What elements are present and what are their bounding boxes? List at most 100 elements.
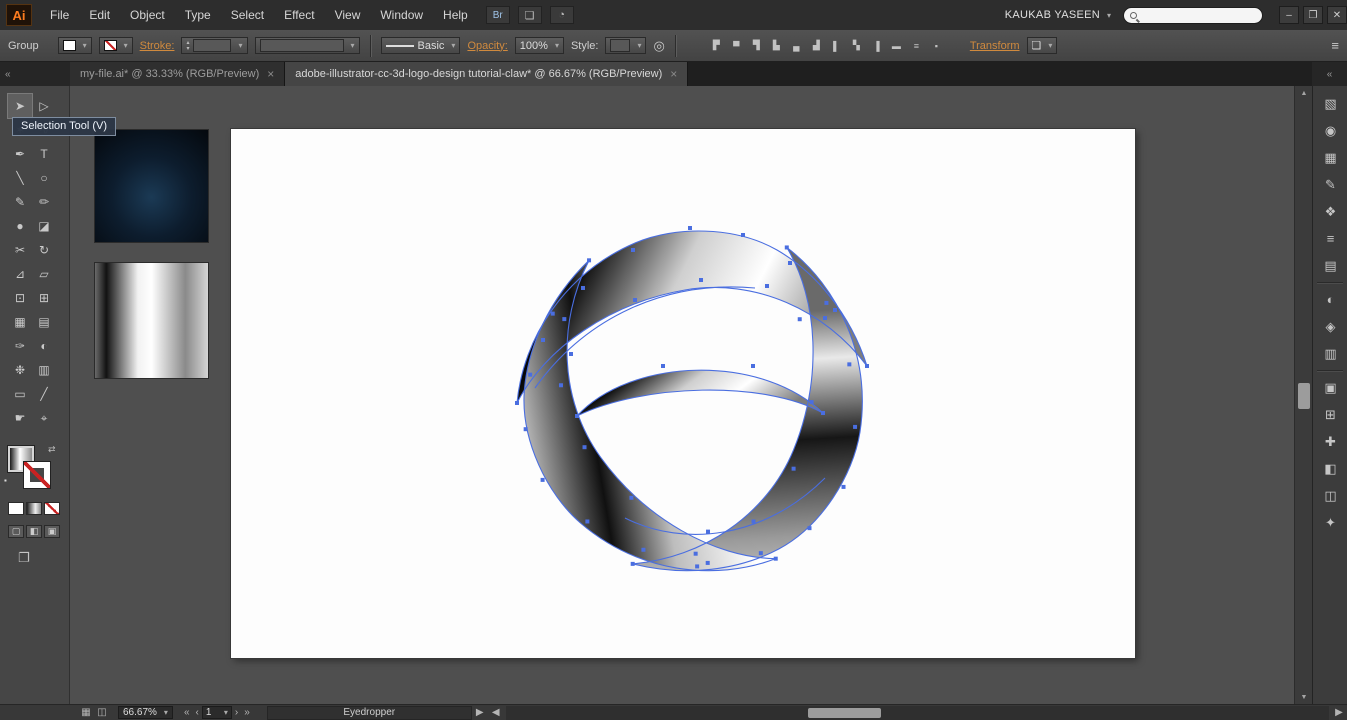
stroke-weight-dropdown[interactable]: ▴▾ ▾ — [181, 37, 247, 54]
selection-tool[interactable]: ➤ — [8, 94, 32, 118]
distribute-vertical-center-icon[interactable]: ▚ — [848, 38, 865, 54]
menu-select[interactable]: Select — [221, 0, 274, 30]
tab-close-icon[interactable]: × — [670, 67, 677, 81]
distribute-horizontal-left-icon[interactable]: ▬ — [888, 38, 905, 54]
dock-expand-icon[interactable]: « — [1327, 69, 1333, 80]
align-horizontal-right-icon[interactable]: ▜ — [748, 38, 765, 54]
scroll-right-icon[interactable]: ▶ — [1331, 707, 1347, 718]
first-artboard-button[interactable]: « — [181, 707, 193, 718]
distribute-horizontal-right-icon[interactable]: ▪ — [928, 38, 945, 54]
select-similar-dropdown[interactable]: ❏ ▾ — [1027, 37, 1058, 54]
scale-tool[interactable]: ⊿ — [8, 262, 32, 286]
pasteboard-silver-gradient-object[interactable] — [95, 263, 208, 378]
previous-artboard-button[interactable]: ‹ — [193, 707, 202, 718]
control-panel-menu-icon[interactable]: ≡ — [1331, 38, 1339, 53]
menu-type[interactable]: Type — [175, 0, 221, 30]
panel-swatches-icon[interactable]: ▦ — [1313, 144, 1347, 171]
tab-close-icon[interactable]: × — [267, 67, 274, 81]
swap-fill-stroke-icon[interactable]: ⇄ — [48, 444, 56, 455]
fullscreen-mode-button[interactable]: ▣ — [44, 525, 60, 538]
illustrator-logo[interactable]: Ai — [6, 4, 32, 26]
fill-color-dropdown[interactable]: ▾ — [58, 37, 92, 54]
align-vertical-middle-icon[interactable]: ▄ — [788, 38, 805, 54]
gradient-tool[interactable]: ▤ — [32, 310, 56, 334]
zoom-level-dropdown[interactable]: 66.67% ▾ — [118, 706, 173, 719]
perspective-grid-tool[interactable]: ⊞ — [32, 286, 56, 310]
scissors-tool[interactable]: ✂ — [8, 238, 32, 262]
gradient-button[interactable] — [26, 502, 42, 515]
panel-gradient-icon[interactable]: ▤ — [1313, 252, 1347, 279]
scroll-up-icon[interactable]: ▲ — [1295, 86, 1313, 100]
canvas-area[interactable] — [70, 86, 1294, 704]
column-graph-tool[interactable]: ▥ — [32, 358, 56, 382]
stroke-link[interactable]: Stroke: — [140, 40, 175, 52]
panel-stroke-icon[interactable]: ≡ — [1313, 225, 1347, 252]
scroll-down-icon[interactable]: ▼ — [1295, 690, 1313, 704]
align-vertical-bottom-icon[interactable]: ▟ — [808, 38, 825, 54]
slice-tool[interactable]: ╱ — [32, 382, 56, 406]
bridge-icon[interactable]: Br — [486, 6, 510, 24]
stroke-color-swatch[interactable] — [24, 462, 50, 488]
vertical-scrollbar[interactable]: ▲ ▼ — [1294, 86, 1312, 704]
panel-symbols-icon[interactable]: ❖ — [1313, 198, 1347, 225]
fullscreen-menu-mode-button[interactable]: ◧ — [26, 525, 42, 538]
status-columns-icon[interactable]: ▦ — [78, 707, 94, 718]
change-screen-mode-icon[interactable]: ❐ — [18, 550, 69, 566]
panel-layers-icon[interactable]: ▣ — [1313, 374, 1347, 401]
width-profile-dropdown[interactable]: ▾ — [255, 37, 360, 54]
eraser-tool[interactable]: ◪ — [32, 214, 56, 238]
zoom-tool[interactable]: ⌖ — [32, 406, 56, 430]
menu-edit[interactable]: Edit — [79, 0, 120, 30]
color-button[interactable] — [8, 502, 24, 515]
artboard-tool[interactable]: ▭ — [8, 382, 32, 406]
brush-definition-dropdown[interactable]: Basic ▾ — [381, 37, 461, 54]
opacity-dropdown[interactable]: 100% ▾ — [515, 37, 564, 54]
stroke-weight-field[interactable] — [193, 39, 231, 52]
artboard[interactable] — [231, 129, 1135, 658]
stroke-color-dropdown[interactable]: ▾ — [99, 37, 133, 54]
distribute-vertical-top-icon[interactable]: ▌ — [828, 38, 845, 54]
menu-object[interactable]: Object — [120, 0, 175, 30]
document-tab[interactable]: adobe-illustrator-cc-3d-logo-design tuto… — [285, 62, 688, 86]
line-segment-tool[interactable]: ╲ — [8, 166, 32, 190]
scroll-left-icon[interactable]: ◀ — [488, 707, 504, 718]
minimize-button[interactable]: – — [1279, 6, 1299, 24]
align-horizontal-center-icon[interactable]: ▀ — [728, 38, 745, 54]
panel-info-icon[interactable]: ✦ — [1313, 509, 1347, 536]
none-button[interactable] — [44, 502, 60, 515]
search-input[interactable] — [1123, 7, 1263, 24]
eyedropper-tool[interactable]: ✑ — [8, 334, 32, 358]
panel-align-icon[interactable]: ✚ — [1313, 428, 1347, 455]
pen-tool[interactable]: ✒ — [8, 142, 32, 166]
pasteboard-dark-gradient-object[interactable] — [95, 130, 208, 242]
distribute-vertical-bottom-icon[interactable]: ▐ — [868, 38, 885, 54]
pencil-tool[interactable]: ✏ — [32, 190, 56, 214]
direct-selection-tool[interactable]: ▷ — [32, 94, 56, 118]
panel-pathfinder-icon[interactable]: ◧ — [1313, 455, 1347, 482]
next-artboard-button[interactable]: › — [232, 707, 241, 718]
align-horizontal-left-icon[interactable]: ▛ — [708, 38, 725, 54]
close-button[interactable]: ✕ — [1327, 6, 1347, 24]
horizontal-scrollbar[interactable] — [506, 706, 1329, 720]
panel-graphic-styles-icon[interactable]: ▥ — [1313, 340, 1347, 367]
default-fill-stroke-icon[interactable]: ▪ — [4, 476, 7, 485]
document-tab[interactable]: my-file.ai* @ 33.33% (RGB/Preview)× — [70, 62, 285, 86]
panel-brushes-icon[interactable]: ✎ — [1313, 171, 1347, 198]
panel-transparency-icon[interactable]: ◐ — [1313, 286, 1347, 313]
menu-window[interactable]: Window — [370, 0, 433, 30]
graphic-style-dropdown[interactable]: ▾ — [605, 37, 646, 54]
symbol-sprayer-tool[interactable]: ❉ — [8, 358, 32, 382]
panel-artboards-icon[interactable]: ⊞ — [1313, 401, 1347, 428]
recolor-artwork-icon[interactable]: ◎ — [653, 38, 664, 54]
rotate-tool[interactable]: ↻ — [32, 238, 56, 262]
blob-brush-tool[interactable]: ● — [8, 214, 32, 238]
ellipse-tool[interactable]: ○ — [32, 166, 56, 190]
paintbrush-tool[interactable]: ✎ — [8, 190, 32, 214]
vertical-scroll-thumb[interactable] — [1298, 383, 1310, 409]
normal-screen-mode-button[interactable]: ▢ — [8, 525, 24, 538]
status-export-icon[interactable]: ◫ — [94, 707, 110, 718]
align-vertical-top-icon[interactable]: ▙ — [768, 38, 785, 54]
panel-appearance-icon[interactable]: ◈ — [1313, 313, 1347, 340]
mesh-tool[interactable]: ▦ — [8, 310, 32, 334]
hand-tool[interactable]: ☛ — [8, 406, 32, 430]
